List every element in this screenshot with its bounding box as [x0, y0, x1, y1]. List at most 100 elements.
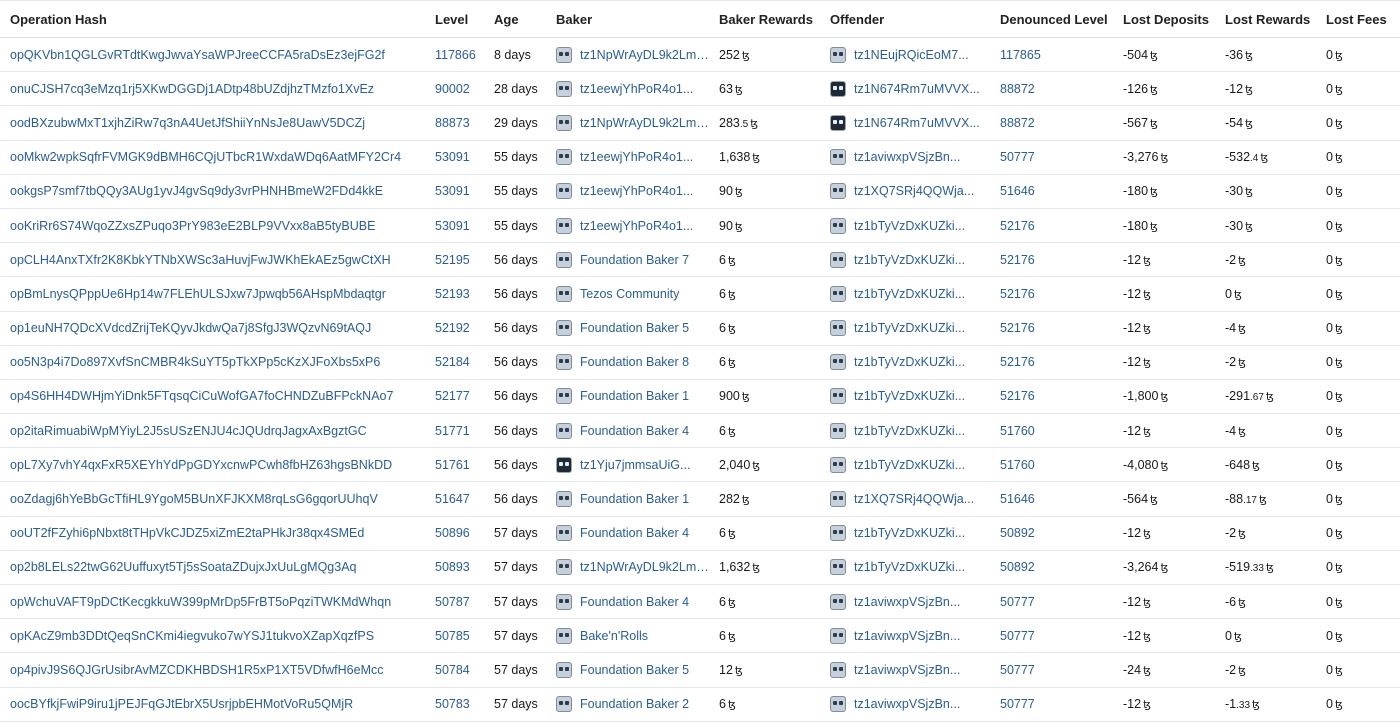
- operation-hash-link[interactable]: oodBXzubwMxT1xjhZiRw7q3nA4UetJfShiiYnNsJ…: [10, 116, 365, 130]
- offender-link[interactable]: tz1N674Rm7uMVVX...: [854, 116, 980, 130]
- baker-link[interactable]: tz1NpWrAyDL9k2Lmc...: [580, 560, 709, 574]
- baker-link[interactable]: Foundation Baker 7: [580, 253, 689, 267]
- level-link[interactable]: 50787: [435, 595, 470, 609]
- operation-hash-link[interactable]: opKAcZ9mb3DDtQeqSnCKmi4iegvuko7wYSJ1tukv…: [10, 629, 374, 643]
- baker-link[interactable]: Foundation Baker 5: [580, 321, 689, 335]
- offender-link[interactable]: tz1bTyVzDxKUZki...: [854, 321, 965, 335]
- level-link[interactable]: 50893: [435, 560, 470, 574]
- offender-link[interactable]: tz1bTyVzDxKUZki...: [854, 219, 965, 233]
- baker-link[interactable]: Foundation Baker 8: [580, 355, 689, 369]
- col-header-lost-deposits[interactable]: Lost Deposits: [1113, 1, 1215, 38]
- baker-link[interactable]: Foundation Baker 5: [580, 663, 689, 677]
- denounced-level-link[interactable]: 50777: [1000, 697, 1035, 711]
- denounced-level-link[interactable]: 52176: [1000, 389, 1035, 403]
- operation-hash-link[interactable]: opBmLnysQPppUe6Hp14w7FLEhULSJxw7Jpwqb56A…: [10, 287, 386, 301]
- denounced-level-link[interactable]: 52176: [1000, 321, 1035, 335]
- operation-hash-link[interactable]: opQKVbn1QGLGvRTdtKwgJwvaYsaWPJreeCCFA5ra…: [10, 48, 385, 62]
- baker-link[interactable]: Foundation Baker 4: [580, 424, 689, 438]
- offender-link[interactable]: tz1NEujRQicEoM7...: [854, 48, 969, 62]
- operation-hash-link[interactable]: op1euNH7QDcXVdcdZrijTeKQyvJkdwQa7j8SfgJ3…: [10, 321, 371, 335]
- level-link[interactable]: 51771: [435, 424, 470, 438]
- baker-link[interactable]: Bake'n'Rolls: [580, 629, 648, 643]
- denounced-level-link[interactable]: 50777: [1000, 595, 1035, 609]
- operation-hash-link[interactable]: op4S6HH4DWHjmYiDnk5FTqsqCiCuWofGA7foCHND…: [10, 389, 393, 403]
- offender-link[interactable]: tz1aviwxpVSjzBn...: [854, 595, 960, 609]
- denounced-level-link[interactable]: 51646: [1000, 492, 1035, 506]
- denounced-level-link[interactable]: 117865: [1000, 48, 1041, 62]
- denounced-level-link[interactable]: 88872: [1000, 116, 1035, 130]
- operation-hash-link[interactable]: ooUT2fFZyhi6pNbxt8tTHpVkCJDZ5xiZmE2taPHk…: [10, 526, 364, 540]
- col-header-lost-rewards[interactable]: Lost Rewards: [1215, 1, 1316, 38]
- offender-link[interactable]: tz1bTyVzDxKUZki...: [854, 458, 965, 472]
- level-link[interactable]: 53091: [435, 150, 470, 164]
- operation-hash-link[interactable]: ooZdagj6hYeBbGcTfiHL9YgoM5BUnXFJKXM8rqLs…: [10, 492, 378, 506]
- denounced-level-link[interactable]: 52176: [1000, 287, 1035, 301]
- col-header-denounced-level[interactable]: Denounced Level: [990, 1, 1113, 38]
- offender-link[interactable]: tz1XQ7SRj4QQWja...: [854, 184, 974, 198]
- baker-link[interactable]: tz1NpWrAyDL9k2Lmc...: [580, 116, 709, 130]
- baker-link[interactable]: Foundation Baker 1: [580, 492, 689, 506]
- operation-hash-link[interactable]: onuCJSH7cq3eMzq1rj5XKwDGGDj1ADtp48bUZdjh…: [10, 82, 374, 96]
- offender-link[interactable]: tz1bTyVzDxKUZki...: [854, 560, 965, 574]
- col-header-lost-fees[interactable]: Lost Fees: [1316, 1, 1400, 38]
- offender-link[interactable]: tz1aviwxpVSjzBn...: [854, 150, 960, 164]
- denounced-level-link[interactable]: 50777: [1000, 629, 1035, 643]
- denounced-level-link[interactable]: 52176: [1000, 219, 1035, 233]
- level-link[interactable]: 51761: [435, 458, 470, 472]
- baker-link[interactable]: tz1eewjYhPoR4o1...: [580, 150, 693, 164]
- operation-hash-link[interactable]: op2itaRimuabiWpMYiyL2J5sUSzENJU4cJQUdrqJ…: [10, 424, 367, 438]
- offender-link[interactable]: tz1bTyVzDxKUZki...: [854, 389, 965, 403]
- denounced-level-link[interactable]: 50892: [1000, 560, 1035, 574]
- col-header-baker-rewards[interactable]: Baker Rewards: [709, 1, 820, 38]
- level-link[interactable]: 50784: [435, 663, 470, 677]
- baker-link[interactable]: Foundation Baker 2: [580, 697, 689, 711]
- level-link[interactable]: 51647: [435, 492, 470, 506]
- offender-link[interactable]: tz1aviwxpVSjzBn...: [854, 697, 960, 711]
- col-header-operation-hash[interactable]: Operation Hash: [0, 1, 425, 38]
- operation-hash-link[interactable]: ookgsP7smf7tbQQy3AUg1yvJ4gvSq9dy3vrPHNHB…: [10, 184, 383, 198]
- baker-link[interactable]: tz1Yju7jmmsaUiG...: [580, 458, 690, 472]
- level-link[interactable]: 50896: [435, 526, 470, 540]
- denounced-level-link[interactable]: 88872: [1000, 82, 1035, 96]
- operation-hash-link[interactable]: oo5N3p4i7Do897XvfSnCMBR4kSuYT5pTkXPp5cKz…: [10, 355, 380, 369]
- baker-link[interactable]: tz1NpWrAyDL9k2Lmc...: [580, 48, 709, 62]
- offender-link[interactable]: tz1XQ7SRj4QQWja...: [854, 492, 974, 506]
- operation-hash-link[interactable]: op2b8LELs22twG62Uuffuxyt5Tj5sSoataZDujxJ…: [10, 560, 357, 574]
- baker-link[interactable]: Foundation Baker 4: [580, 526, 689, 540]
- offender-link[interactable]: tz1aviwxpVSjzBn...: [854, 629, 960, 643]
- level-link[interactable]: 52195: [435, 253, 470, 267]
- denounced-level-link[interactable]: 51760: [1000, 458, 1035, 472]
- level-link[interactable]: 52177: [435, 389, 470, 403]
- level-link[interactable]: 90002: [435, 82, 470, 96]
- offender-link[interactable]: tz1bTyVzDxKUZki...: [854, 424, 965, 438]
- baker-link[interactable]: Tezos Community: [580, 287, 679, 301]
- operation-hash-link[interactable]: opL7Xy7vhY4qxFxR5XEYhYdPpGDYxcnwPCwh8fbH…: [10, 458, 392, 472]
- baker-link[interactable]: Foundation Baker 1: [580, 389, 689, 403]
- level-link[interactable]: 117866: [435, 48, 476, 62]
- col-header-level[interactable]: Level: [425, 1, 484, 38]
- operation-hash-link[interactable]: opWchuVAFT9pDCtKecgkkuW399pMrDp5FrBT5oPq…: [10, 595, 391, 609]
- level-link[interactable]: 53091: [435, 184, 470, 198]
- operation-hash-link[interactable]: ooKriRr6S74WqoZZxsZPuqo3PrY983eE2BLP9VVx…: [10, 219, 375, 233]
- baker-link[interactable]: Foundation Baker 4: [580, 595, 689, 609]
- offender-link[interactable]: tz1N674Rm7uMVVX...: [854, 82, 980, 96]
- offender-link[interactable]: tz1bTyVzDxKUZki...: [854, 355, 965, 369]
- level-link[interactable]: 50783: [435, 697, 470, 711]
- col-header-baker[interactable]: Baker: [546, 1, 709, 38]
- level-link[interactable]: 53091: [435, 219, 470, 233]
- denounced-level-link[interactable]: 52176: [1000, 355, 1035, 369]
- denounced-level-link[interactable]: 50777: [1000, 663, 1035, 677]
- baker-link[interactable]: tz1eewjYhPoR4o1...: [580, 82, 693, 96]
- level-link[interactable]: 52193: [435, 287, 470, 301]
- baker-link[interactable]: tz1eewjYhPoR4o1...: [580, 184, 693, 198]
- denounced-level-link[interactable]: 51646: [1000, 184, 1035, 198]
- offender-link[interactable]: tz1aviwxpVSjzBn...: [854, 663, 960, 677]
- denounced-level-link[interactable]: 51760: [1000, 424, 1035, 438]
- operation-hash-link[interactable]: ooMkw2wpkSqfrFVMGK9dBMH6CQjUTbcR1WxdaWDq…: [10, 150, 401, 164]
- level-link[interactable]: 52192: [435, 321, 470, 335]
- level-link[interactable]: 52184: [435, 355, 470, 369]
- offender-link[interactable]: tz1bTyVzDxKUZki...: [854, 287, 965, 301]
- offender-link[interactable]: tz1bTyVzDxKUZki...: [854, 253, 965, 267]
- col-header-offender[interactable]: Offender: [820, 1, 990, 38]
- denounced-level-link[interactable]: 52176: [1000, 253, 1035, 267]
